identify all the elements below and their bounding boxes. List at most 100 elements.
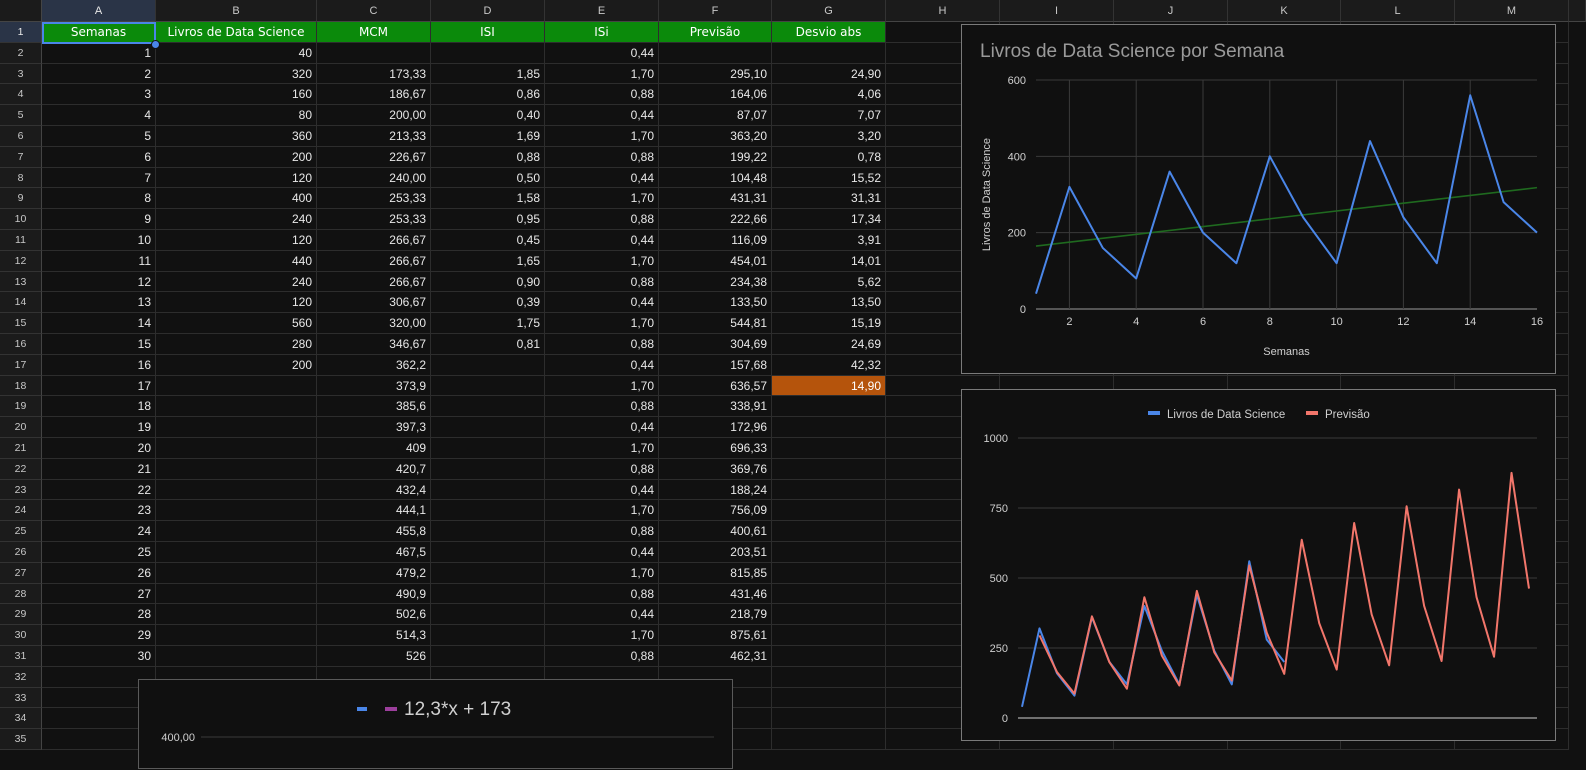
- data-cell[interactable]: [431, 376, 545, 397]
- data-cell[interactable]: 222,66: [659, 209, 772, 230]
- data-cell[interactable]: 16: [42, 355, 156, 376]
- data-cell[interactable]: [431, 563, 545, 584]
- row-header-21[interactable]: 21: [0, 438, 42, 459]
- data-cell[interactable]: 0,88: [545, 84, 659, 105]
- data-cell[interactable]: [156, 521, 317, 542]
- data-cell[interactable]: 1,58: [431, 188, 545, 209]
- data-cell[interactable]: 0,44: [545, 542, 659, 563]
- data-cell[interactable]: [772, 459, 886, 480]
- data-cell[interactable]: 320: [156, 64, 317, 85]
- row-header-1[interactable]: 1: [0, 22, 42, 43]
- column-header-f[interactable]: F: [659, 0, 772, 22]
- data-cell[interactable]: 0,44: [545, 230, 659, 251]
- data-cell[interactable]: 80: [156, 105, 317, 126]
- data-cell[interactable]: 253,33: [317, 209, 431, 230]
- cell[interactable]: [772, 667, 886, 688]
- data-cell[interactable]: 24: [42, 521, 156, 542]
- data-cell[interactable]: [431, 521, 545, 542]
- cell[interactable]: [772, 688, 886, 709]
- data-cell[interactable]: 479,2: [317, 563, 431, 584]
- column-header-i[interactable]: I: [1000, 0, 1114, 22]
- data-cell[interactable]: 373,9: [317, 376, 431, 397]
- data-cell[interactable]: 280: [156, 334, 317, 355]
- header-cell-livros-de-data-science[interactable]: Livros de Data Science: [156, 22, 317, 43]
- data-cell[interactable]: 25: [42, 542, 156, 563]
- data-cell[interactable]: [772, 625, 886, 646]
- data-cell[interactable]: 200: [156, 147, 317, 168]
- column-header-g[interactable]: G: [772, 0, 886, 22]
- row-header-25[interactable]: 25: [0, 521, 42, 542]
- data-cell[interactable]: 188,24: [659, 480, 772, 501]
- data-cell[interactable]: 164,06: [659, 84, 772, 105]
- data-cell[interactable]: 1,70: [545, 126, 659, 147]
- data-cell[interactable]: 12: [42, 272, 156, 293]
- data-cell[interactable]: 420,7: [317, 459, 431, 480]
- data-cell[interactable]: 266,67: [317, 272, 431, 293]
- data-cell[interactable]: 22: [42, 480, 156, 501]
- column-header-j[interactable]: J: [1114, 0, 1228, 22]
- header-cell-semanas[interactable]: Semanas: [42, 22, 156, 43]
- data-cell[interactable]: 218,79: [659, 604, 772, 625]
- data-cell[interactable]: 0,88: [545, 334, 659, 355]
- data-cell[interactable]: [156, 438, 317, 459]
- data-cell[interactable]: 29: [42, 625, 156, 646]
- row-header-15[interactable]: 15: [0, 313, 42, 334]
- data-cell[interactable]: 240: [156, 272, 317, 293]
- data-cell[interactable]: 17,34: [772, 209, 886, 230]
- data-cell[interactable]: 400: [156, 188, 317, 209]
- data-cell[interactable]: 490,9: [317, 584, 431, 605]
- row-header-8[interactable]: 8: [0, 168, 42, 189]
- data-cell[interactable]: [156, 542, 317, 563]
- data-cell[interactable]: 5,62: [772, 272, 886, 293]
- data-cell[interactable]: 1,75: [431, 313, 545, 334]
- column-header-d[interactable]: D: [431, 0, 545, 22]
- data-cell[interactable]: 7,07: [772, 105, 886, 126]
- data-cell[interactable]: 875,61: [659, 625, 772, 646]
- row-header-6[interactable]: 6: [0, 126, 42, 147]
- data-cell[interactable]: [772, 584, 886, 605]
- data-cell[interactable]: 400,61: [659, 521, 772, 542]
- data-cell[interactable]: [772, 480, 886, 501]
- data-cell[interactable]: 467,5: [317, 542, 431, 563]
- cell[interactable]: [772, 729, 886, 750]
- row-header-24[interactable]: 24: [0, 500, 42, 521]
- row-header-7[interactable]: 7: [0, 147, 42, 168]
- row-header-23[interactable]: 23: [0, 480, 42, 501]
- chart-livros-por-semana[interactable]: Livros de Data Science por Semana 020040…: [961, 24, 1556, 374]
- data-cell[interactable]: 18: [42, 396, 156, 417]
- data-cell[interactable]: 409: [317, 438, 431, 459]
- data-cell[interactable]: 3,91: [772, 230, 886, 251]
- data-cell[interactable]: [156, 646, 317, 667]
- data-cell[interactable]: 120: [156, 292, 317, 313]
- header-cell-isi[interactable]: ISI: [431, 22, 545, 43]
- data-cell[interactable]: 440: [156, 251, 317, 272]
- data-cell[interactable]: 1,70: [545, 313, 659, 334]
- row-header-2[interactable]: 2: [0, 43, 42, 64]
- data-cell[interactable]: 15: [42, 334, 156, 355]
- data-cell[interactable]: 1,70: [545, 625, 659, 646]
- data-cell[interactable]: 360: [156, 126, 317, 147]
- column-header-c[interactable]: C: [317, 0, 431, 22]
- data-cell[interactable]: 1,70: [545, 188, 659, 209]
- data-cell[interactable]: 9: [42, 209, 156, 230]
- data-cell[interactable]: 199,22: [659, 147, 772, 168]
- data-cell[interactable]: 266,67: [317, 230, 431, 251]
- data-cell[interactable]: 0,90: [431, 272, 545, 293]
- data-cell[interactable]: 21: [42, 459, 156, 480]
- row-header-27[interactable]: 27: [0, 563, 42, 584]
- data-cell[interactable]: [431, 584, 545, 605]
- data-cell[interactable]: 1,70: [545, 563, 659, 584]
- data-cell[interactable]: 0,88: [545, 584, 659, 605]
- data-cell[interactable]: 157,68: [659, 355, 772, 376]
- data-cell[interactable]: 0,44: [545, 480, 659, 501]
- data-cell[interactable]: 20: [42, 438, 156, 459]
- data-cell[interactable]: 5: [42, 126, 156, 147]
- data-cell[interactable]: 362,2: [317, 355, 431, 376]
- data-cell[interactable]: 1,85: [431, 64, 545, 85]
- row-header-32[interactable]: 32: [0, 667, 42, 688]
- data-cell[interactable]: [156, 396, 317, 417]
- data-cell[interactable]: 0,40: [431, 105, 545, 126]
- data-cell[interactable]: 0,44: [545, 355, 659, 376]
- data-cell[interactable]: 172,96: [659, 417, 772, 438]
- data-cell[interactable]: 0,44: [545, 168, 659, 189]
